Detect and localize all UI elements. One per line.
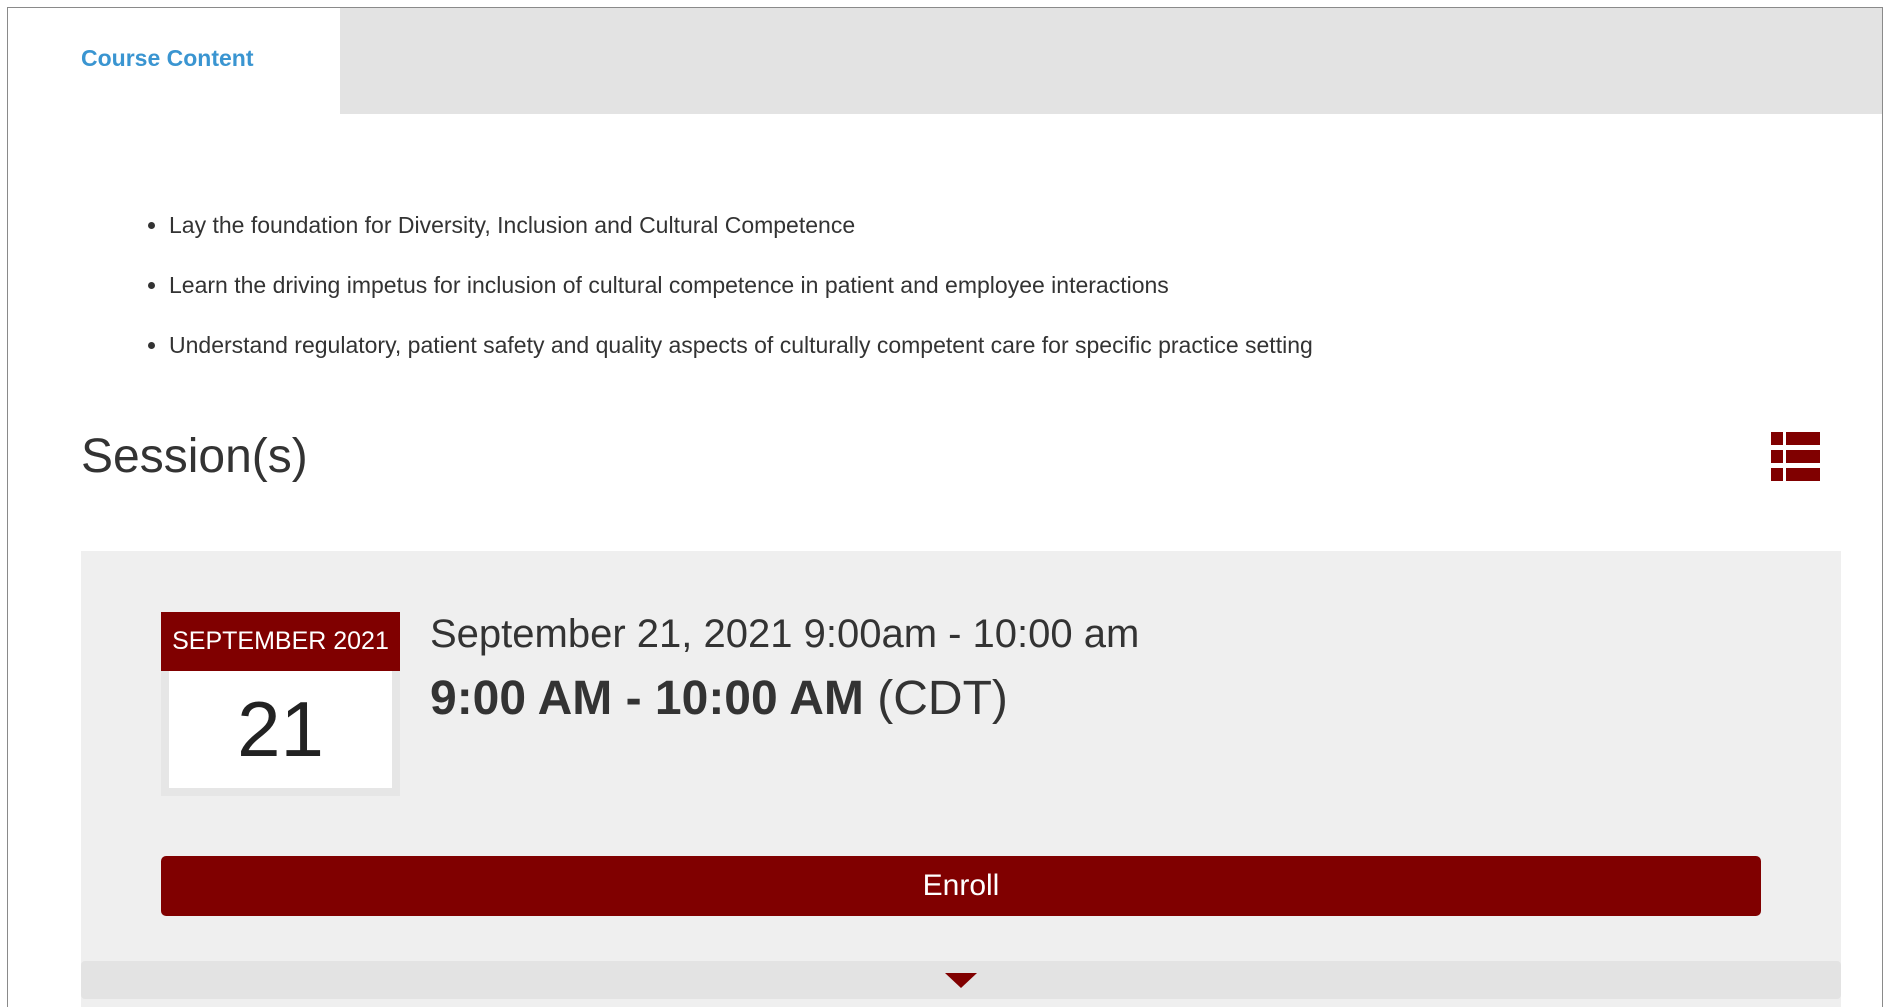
- session-date: September 21, 2021 9:00am - 10:00 am: [430, 612, 1140, 656]
- calendar-badge: SEPTEMBER 2021 21: [161, 612, 400, 796]
- chevron-down-icon: [945, 973, 977, 988]
- session-time-range: 9:00 AM - 10:00 AM: [430, 672, 864, 725]
- session-card: SEPTEMBER 2021 21 September 21, 2021 9:0…: [81, 551, 1841, 1007]
- objectives-list: Lay the foundation for Diversity, Inclus…: [145, 212, 1313, 392]
- course-page: Course Content Lay the foundation for Di…: [7, 7, 1883, 1007]
- list-item: Learn the driving impetus for inclusion …: [169, 272, 1313, 332]
- tab-course-content[interactable]: Course Content: [8, 8, 340, 115]
- list-item: Lay the foundation for Diversity, Inclus…: [169, 212, 1313, 272]
- calendar-day: 21: [169, 671, 392, 788]
- sessions-heading: Session(s): [81, 430, 308, 483]
- calendar-month: SEPTEMBER 2021: [161, 612, 400, 671]
- list-item: Understand regulatory, patient safety an…: [169, 332, 1313, 392]
- list-view-icon[interactable]: [1771, 432, 1820, 481]
- expand-session-toggle[interactable]: [81, 961, 1841, 999]
- tab-bar: Course Content: [8, 8, 1882, 115]
- enroll-button[interactable]: Enroll: [161, 856, 1761, 916]
- session-timezone: (CDT): [877, 672, 1008, 725]
- session-time: 9:00 AM - 10:00 AM (CDT): [430, 671, 1008, 727]
- course-content-panel: Lay the foundation for Diversity, Inclus…: [8, 114, 1882, 1007]
